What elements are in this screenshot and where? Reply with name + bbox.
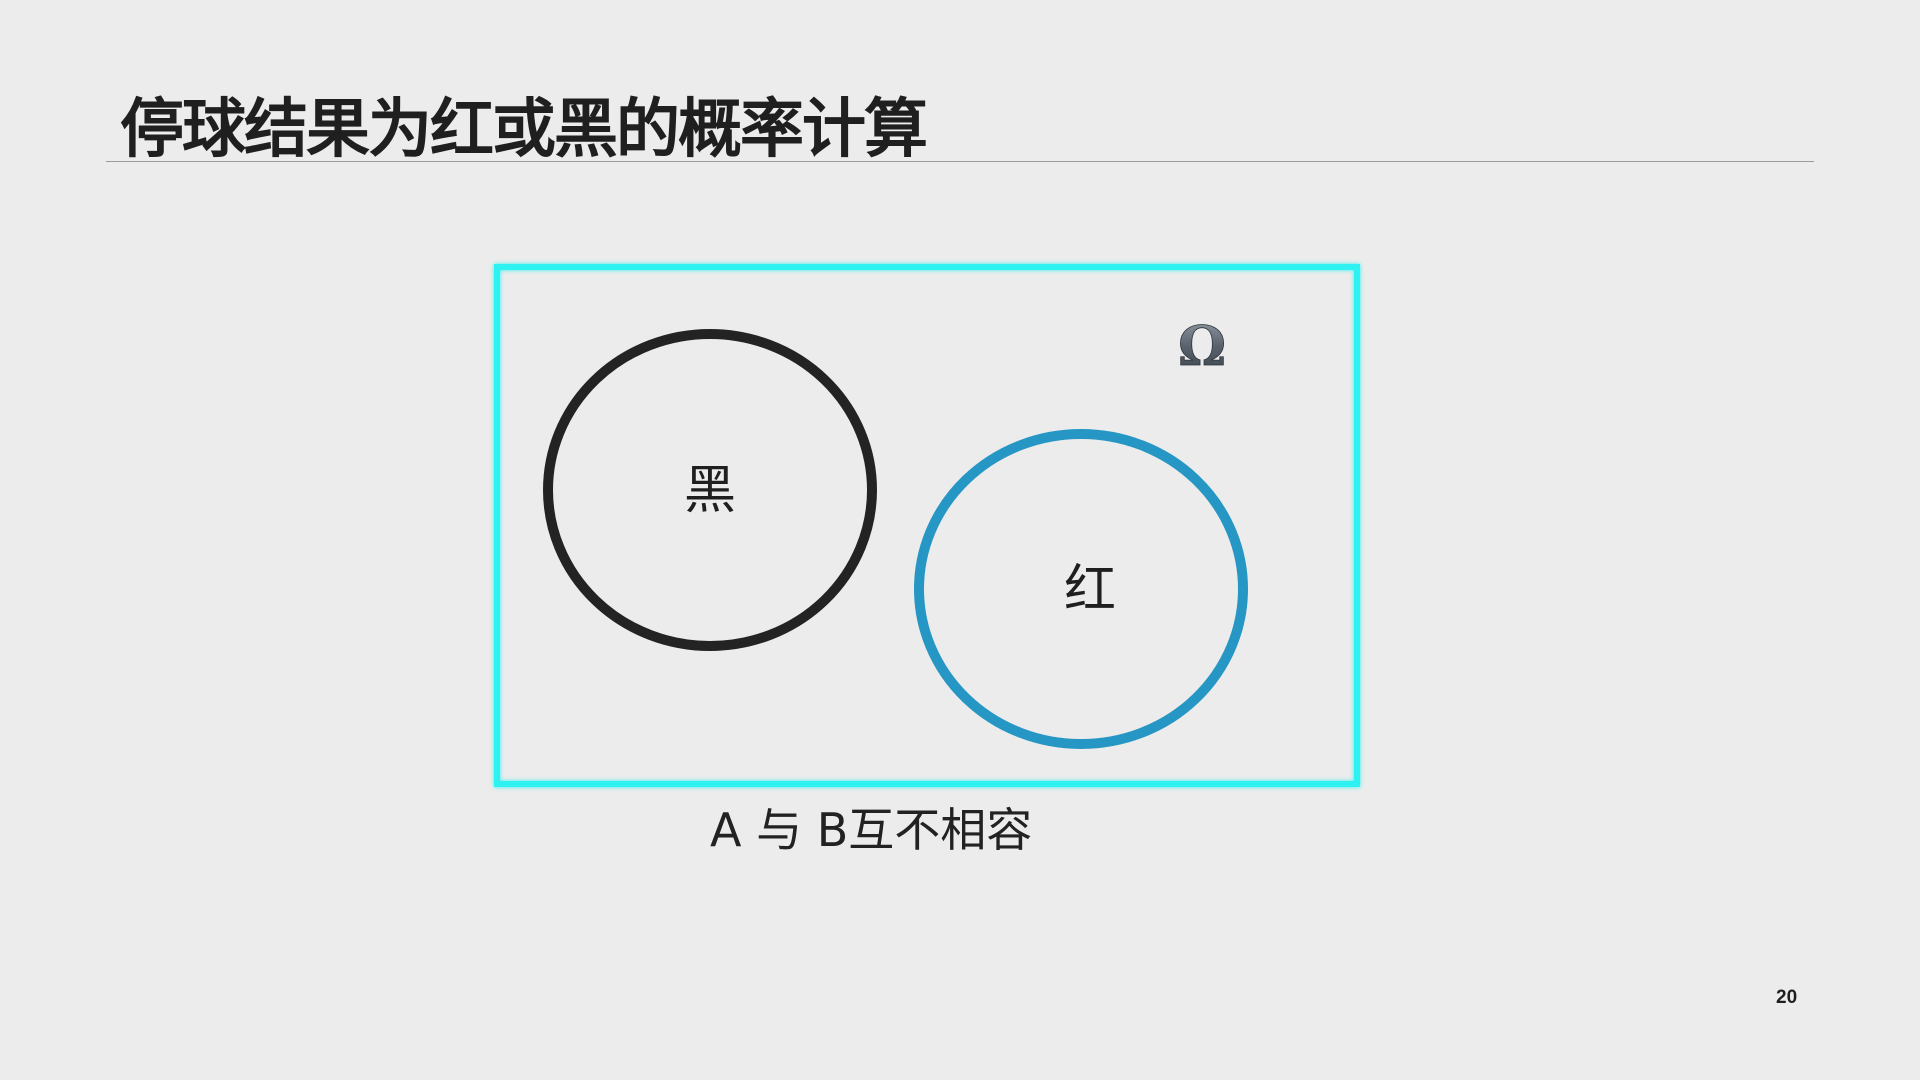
universe-omega-label: Ω (1178, 314, 1226, 378)
diagram-caption: A 与 B互不相容 (710, 794, 1032, 860)
caption-a: A (710, 803, 757, 857)
set-black-label: 黑 (684, 461, 736, 521)
venn-diagram: 黑 红 Ω (494, 264, 1360, 787)
set-red-label: 红 (1064, 560, 1116, 620)
page-number: 20 (1776, 987, 1798, 1008)
caption-mutually-exclusive: 互不相容 (848, 803, 1033, 857)
caption-b: B (802, 803, 849, 857)
slide: 停球结果为红或黑的概率计算 黑 红 Ω A 与 B互不相容 20 (0, 0, 1920, 1080)
caption-and: 与 (756, 803, 803, 857)
